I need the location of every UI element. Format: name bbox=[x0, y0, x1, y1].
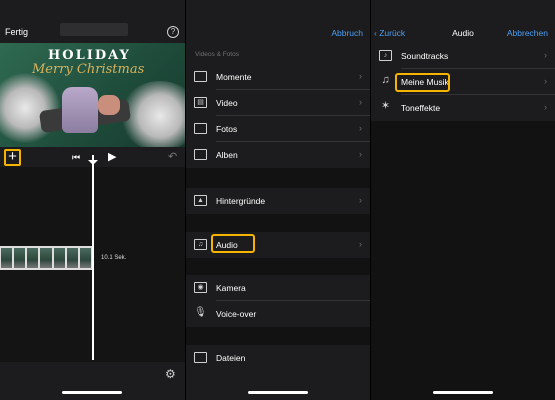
video-clip-filmstrip[interactable] bbox=[0, 246, 92, 270]
browser-item-label: Kamera bbox=[216, 283, 246, 293]
cancel-button[interactable]: Abbrechen bbox=[507, 28, 548, 38]
chevron-right-icon: › bbox=[544, 50, 547, 60]
film-icon: ▤ bbox=[194, 97, 207, 108]
chevron-right-icon: › bbox=[359, 239, 362, 249]
gear-icon[interactable]: ⚙ bbox=[165, 367, 176, 381]
browser-item-label: Hintergründe bbox=[216, 196, 266, 206]
browser-item-label: Alben bbox=[216, 150, 238, 160]
browser-item-label: Voice-over bbox=[216, 309, 257, 319]
browser-item-hintergruende[interactable]: ▲ Hintergründe › bbox=[186, 188, 370, 214]
undo-icon[interactable]: ↶ bbox=[168, 150, 177, 163]
clip-duration-label: 10.1 Sek. bbox=[101, 255, 127, 261]
add-media-button[interactable]: + bbox=[4, 149, 21, 166]
browser-item-label: Video bbox=[216, 98, 238, 108]
section-gap bbox=[186, 214, 370, 232]
camera-icon: ◉ bbox=[194, 282, 207, 293]
preview-figure-hand bbox=[98, 95, 120, 115]
media-browser-panel: Abbruch Videos & Fotos Momente › ▤ Video… bbox=[186, 0, 370, 400]
section-gap bbox=[186, 258, 370, 275]
clip-frame bbox=[14, 248, 26, 268]
clip-frame bbox=[27, 248, 39, 268]
audio-panel: ‹ Zurück Audio Abbrechen ♪ Soundtracks ›… bbox=[371, 0, 555, 400]
backgrounds-icon: ▲ bbox=[194, 195, 207, 206]
moments-icon bbox=[194, 71, 207, 82]
audio-item-soundtracks[interactable]: ♪ Soundtracks › bbox=[371, 43, 555, 69]
music-icon: ♫ bbox=[194, 239, 207, 250]
browser-item-label: Dateien bbox=[216, 353, 246, 363]
chevron-right-icon: › bbox=[359, 97, 362, 107]
play-icon[interactable]: ▶ bbox=[108, 150, 116, 163]
bottom-area bbox=[186, 371, 370, 400]
albums-icon bbox=[194, 149, 207, 160]
clip-frame bbox=[79, 248, 91, 268]
tinsel-decoration bbox=[0, 73, 60, 143]
clip-frame bbox=[53, 248, 65, 268]
highlight-box bbox=[395, 73, 450, 92]
home-indicator bbox=[248, 391, 308, 394]
help-icon[interactable]: ? bbox=[167, 26, 179, 38]
chevron-right-icon: › bbox=[359, 71, 362, 81]
music-note-icon: ♫ bbox=[381, 74, 390, 86]
clip-frame bbox=[40, 248, 52, 268]
home-indicator bbox=[433, 391, 493, 394]
cancel-button[interactable]: Abbruch bbox=[331, 28, 363, 38]
browser-item-alben[interactable]: Alben › bbox=[186, 142, 370, 168]
audio-item-label: Soundtracks bbox=[401, 51, 449, 61]
browser-item-label: Fotos bbox=[216, 124, 238, 134]
playhead-marker bbox=[88, 160, 98, 165]
soundtracks-icon: ♪ bbox=[379, 50, 392, 61]
clip-frame bbox=[66, 248, 78, 268]
imovie-editor-panel: Fertig ? HOLIDAY Merry Christmas + ⏮ ▶ ↶… bbox=[0, 0, 185, 400]
preview-figure-bag bbox=[62, 87, 98, 133]
browser-item-video[interactable]: ▤ Video › bbox=[186, 90, 370, 116]
video-preview: HOLIDAY Merry Christmas bbox=[0, 43, 185, 147]
folder-icon bbox=[194, 352, 207, 363]
skip-back-icon[interactable]: ⏮ bbox=[72, 152, 80, 163]
clip-frame bbox=[1, 248, 13, 268]
section-label: Videos & Fotos bbox=[195, 51, 239, 58]
editor-bottom-bar bbox=[0, 362, 185, 400]
photos-icon bbox=[194, 123, 207, 134]
chevron-right-icon: › bbox=[544, 76, 547, 86]
audio-item-label: Toneffekte bbox=[401, 103, 441, 113]
chevron-right-icon: › bbox=[359, 149, 362, 159]
highlight-box bbox=[211, 234, 255, 253]
browser-item-kamera[interactable]: ◉ Kamera bbox=[186, 275, 370, 301]
chevron-right-icon: › bbox=[544, 102, 547, 112]
done-button[interactable]: Fertig bbox=[5, 27, 28, 37]
microphone-icon: 🎙 bbox=[194, 307, 207, 318]
preview-title-text: HOLIDAY bbox=[48, 48, 131, 63]
playhead bbox=[92, 155, 94, 360]
chevron-right-icon: › bbox=[359, 195, 362, 205]
browser-item-label: Momente bbox=[216, 72, 252, 82]
browser-item-fotos[interactable]: Fotos › bbox=[186, 116, 370, 142]
audio-item-toneffekte[interactable]: ✶ Toneffekte › bbox=[371, 95, 555, 121]
home-indicator bbox=[62, 391, 122, 394]
browser-item-momente[interactable]: Momente › bbox=[186, 64, 370, 90]
section-gap bbox=[186, 168, 370, 188]
chevron-right-icon: › bbox=[359, 123, 362, 133]
browser-item-dateien[interactable]: Dateien bbox=[186, 345, 370, 371]
sound-effects-icon: ✶ bbox=[380, 100, 391, 112]
browser-item-voice-over[interactable]: 🎙 Voice-over bbox=[186, 301, 370, 327]
section-gap bbox=[186, 327, 370, 345]
preview-subtitle-text: Merry Christmas bbox=[32, 62, 145, 77]
project-title-field[interactable] bbox=[60, 23, 128, 36]
